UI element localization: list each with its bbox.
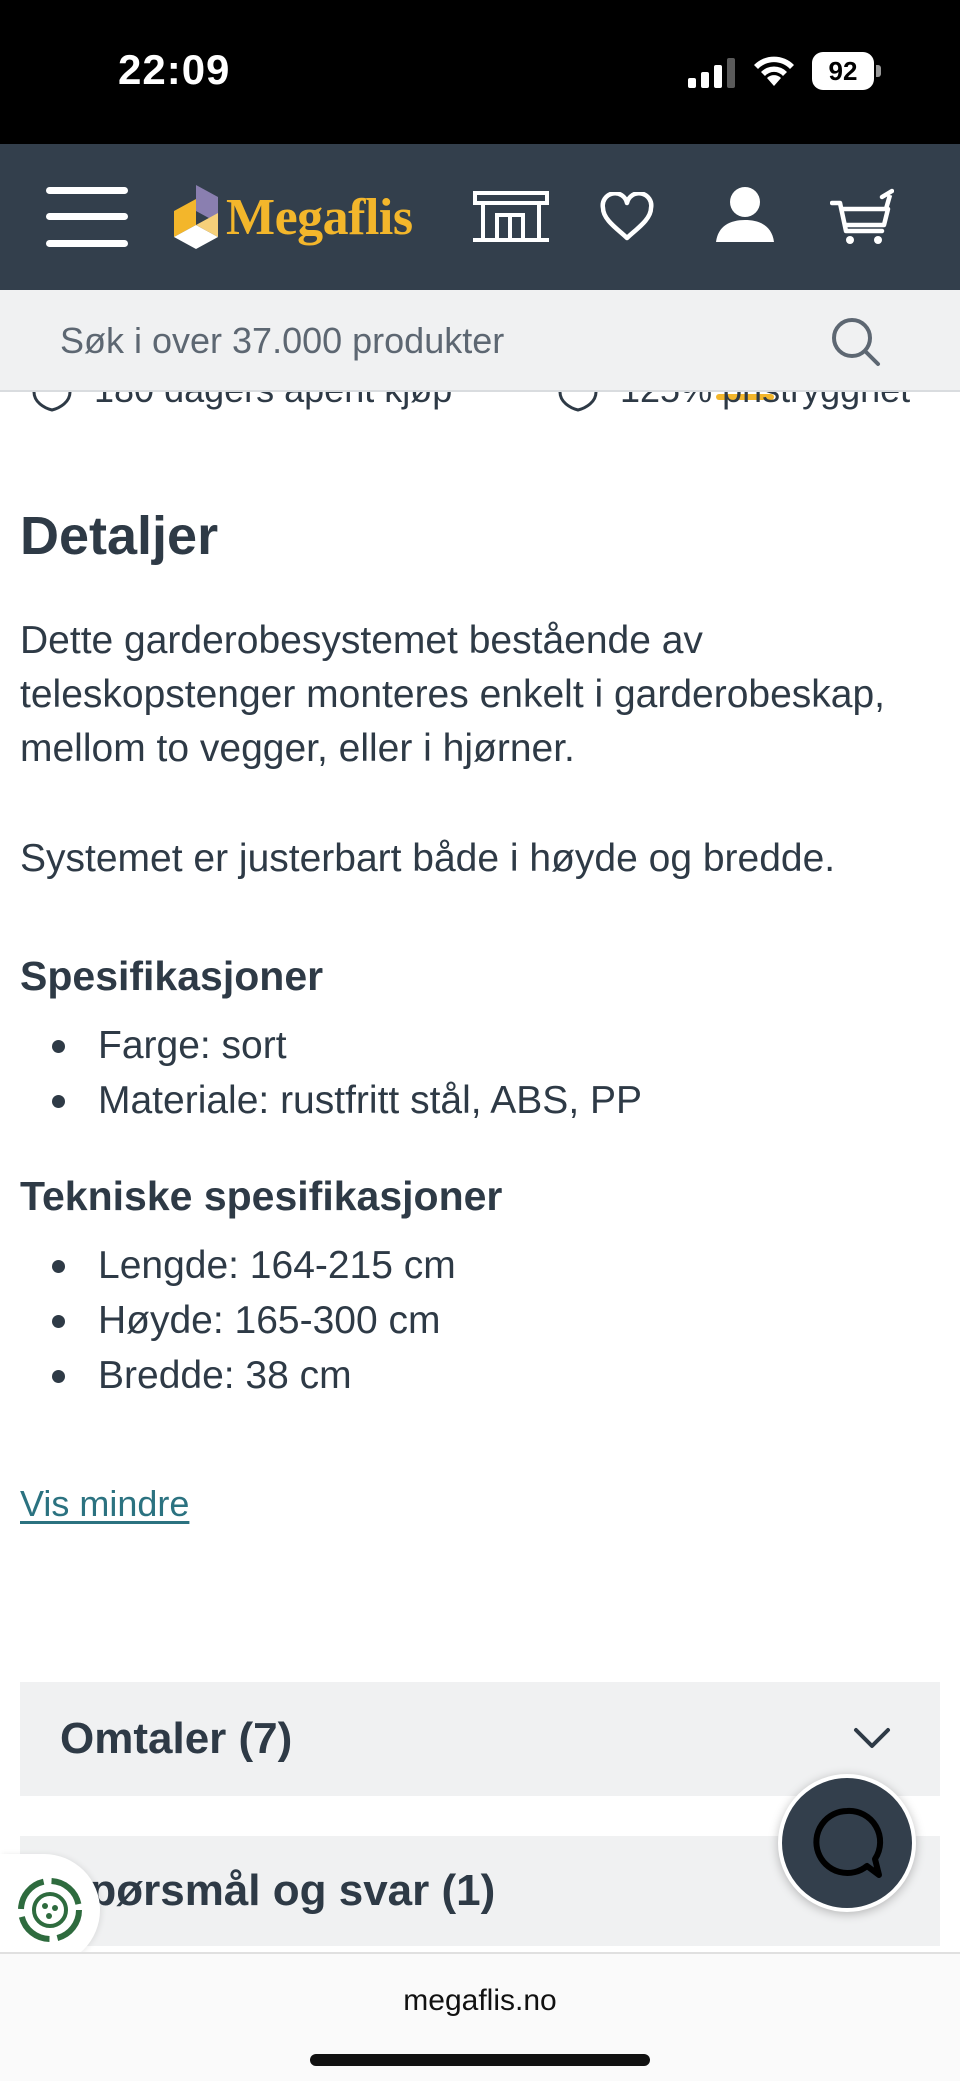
store-button[interactable] — [468, 144, 554, 290]
browser-url[interactable]: megaflis.no — [0, 1984, 960, 2018]
specs-list: Farge: sort Materiale: rustfritt stål, A… — [20, 1018, 940, 1128]
usp-row: 180 dagers åpent kjøp 125% pristrygghet — [0, 392, 960, 412]
status-bar: 22:09 92 — [0, 0, 960, 144]
logo-text: Megaflis — [226, 188, 413, 246]
search-bar — [0, 290, 960, 392]
details-description: Dette garderobesystemet bestående av tel… — [20, 619, 886, 770]
menu-icon — [46, 187, 128, 247]
qa-accordion-title: Spørsmål og svar (1) — [60, 1866, 496, 1915]
site-logo[interactable]: Megaflis — [172, 144, 432, 290]
cart-icon — [830, 188, 894, 244]
logo-mark-icon — [174, 185, 218, 249]
wifi-icon — [754, 56, 794, 86]
heart-icon — [600, 192, 654, 241]
spec-item: Farge: sort — [20, 1018, 940, 1073]
chevron-down-icon — [854, 1728, 890, 1748]
search-button[interactable] — [826, 312, 886, 372]
cart-button[interactable] — [824, 144, 900, 290]
site-header: Megaflis — [0, 144, 960, 400]
product-details: Detaljer Dette garderobesystemet beståen… — [20, 500, 940, 1525]
usp-open-purchase: 180 dagers åpent kjøp — [32, 392, 452, 412]
battery-icon: 92 — [812, 52, 882, 90]
spec-item: Høyde: 165-300 cm — [20, 1293, 940, 1348]
usp-text: 180 dagers åpent kjøp — [94, 392, 452, 411]
status-time: 22:09 — [118, 46, 231, 93]
usp-text: 125% pristrygghet — [620, 392, 910, 411]
account-icon — [716, 187, 774, 242]
favorites-button[interactable] — [596, 144, 658, 290]
store-icon — [473, 191, 549, 242]
usp-price-guarantee: 125% pristrygghet — [558, 392, 910, 412]
details-title: Detaljer — [20, 506, 219, 566]
home-indicator — [310, 2054, 650, 2066]
browser-bottom-bar: megaflis.no — [0, 1952, 960, 2081]
chat-button[interactable] — [778, 1774, 916, 1912]
show-less-link[interactable]: Vis mindre — [20, 1483, 189, 1525]
search-icon — [832, 318, 880, 366]
specs-heading: Spesifikasjoner — [20, 953, 324, 999]
tech-specs-heading: Tekniske spesifikasjoner — [20, 1173, 503, 1219]
spec-item: Bredde: 38 cm — [20, 1348, 940, 1403]
menu-button[interactable] — [40, 144, 134, 290]
tech-specs-list: Lengde: 164-215 cm Høyde: 165-300 cm Bre… — [20, 1238, 940, 1403]
spec-item: Materiale: rustfritt stål, ABS, PP — [20, 1073, 940, 1128]
cellular-signal-icon — [688, 58, 735, 88]
chat-bubble-icon — [813, 1807, 884, 1878]
battery-level: 92 — [812, 52, 874, 90]
details-description-adjustable: Systemet er justerbart både i høyde og b… — [20, 837, 836, 880]
reviews-accordion[interactable]: Omtaler (7) — [20, 1682, 940, 1796]
account-button[interactable] — [706, 144, 784, 290]
shield-icon — [32, 392, 72, 412]
spec-item: Lengde: 164-215 cm — [20, 1238, 940, 1293]
reviews-accordion-title: Omtaler (7) — [60, 1714, 293, 1763]
shield-icon — [558, 392, 598, 412]
recycle-leaf-icon — [18, 1878, 82, 1942]
search-input[interactable] — [60, 308, 800, 374]
